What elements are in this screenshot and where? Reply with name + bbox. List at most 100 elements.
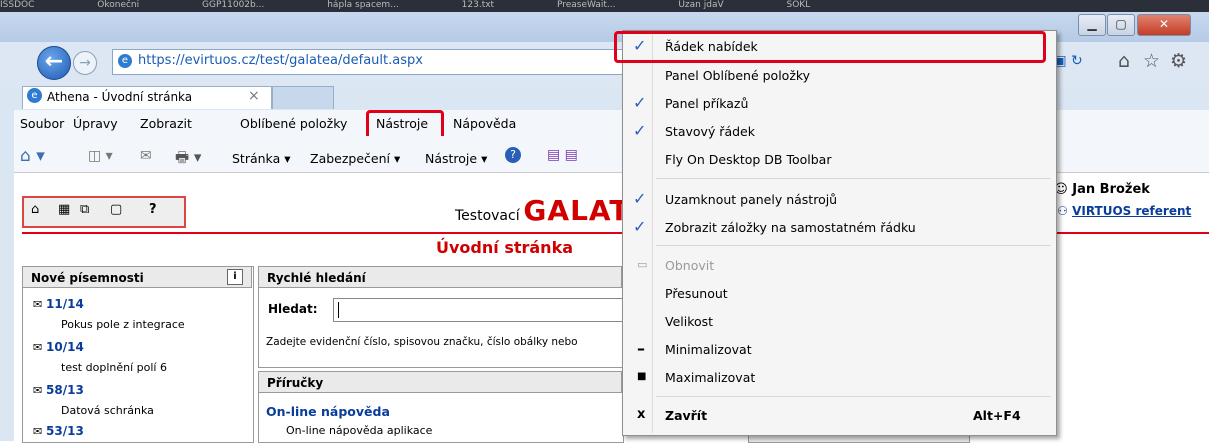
menu-item-velikost[interactable]: Velikost (623, 308, 1053, 335)
brand-name: GALAT (523, 194, 630, 227)
doc-link[interactable]: 10/14 (46, 340, 84, 354)
taskbar-item[interactable]: ISSDOC (0, 0, 34, 10)
menu-item-oblibene[interactable]: Panel Oblíbené položky (623, 62, 1053, 89)
doc-link[interactable]: 58/13 (46, 383, 84, 397)
role-info: e: ⚇ VIRTUOS referent (1040, 204, 1191, 218)
doc-item[interactable]: ✉ 11/14 (33, 297, 84, 311)
menu-item-minimalizovat[interactable]: – Minimalizovat (623, 336, 1053, 363)
menu-separator (656, 396, 1051, 397)
taskbar-item[interactable]: SOKL (787, 0, 811, 10)
page-title: Úvodní stránka (436, 238, 573, 257)
taskbar-item[interactable]: Uzan jdaV (678, 0, 723, 10)
menu-item-label: Stavový řádek (665, 124, 755, 139)
cmd-tools[interactable]: Nástroje ▾ (425, 151, 487, 166)
menu-item-label: Zobrazit záložky na samostatném řádku (665, 220, 916, 235)
check-icon: ✓ (633, 217, 647, 236)
menu-item-label: Fly On Desktop DB Toolbar (665, 152, 832, 167)
menu-separator (656, 178, 1051, 179)
app-logo: Testovací GALAT (455, 194, 630, 227)
menu-item-panel-prikazu[interactable]: ✓ Panel příkazů (623, 90, 1053, 117)
doc-link[interactable]: 53/13 (46, 424, 84, 438)
envelope-icon: ✉ (33, 384, 43, 397)
new-docs-title: Nové písemnosti (31, 271, 144, 285)
taskbar: ISSDOC Okonečni GGP11002b... hápla space… (0, 0, 1209, 12)
doc-item[interactable]: ✉ 58/13 (33, 383, 84, 397)
menu-item-maximalizovat[interactable]: ■ Maximalizovat (623, 364, 1053, 391)
manual-link[interactable]: On-line nápověda (266, 404, 390, 419)
ie-page-icon: e (118, 54, 132, 68)
menu-item-zalozky[interactable]: ✓ Zobrazit záložky na samostatném řádku (623, 214, 1053, 241)
menu-item-fly-on-desktop[interactable]: Fly On Desktop DB Toolbar (623, 146, 1053, 173)
back-button[interactable]: ← (37, 46, 71, 80)
tab-close-icon[interactable]: × (248, 88, 260, 104)
text-cursor (338, 302, 339, 318)
help-cmd-icon[interactable]: ? (505, 147, 521, 163)
menu-item-label: Obnovit (665, 258, 715, 273)
app-toolbar (22, 196, 186, 228)
manuals-header: Příručky (258, 371, 622, 393)
menu-item-shortcut: Alt+F4 (973, 408, 1021, 423)
taskbar-item[interactable]: PreaseWait... (557, 0, 616, 10)
doc-item[interactable]: ✉ 10/14 (33, 340, 84, 354)
role-icon: ⚇ (1057, 204, 1068, 218)
user-name: Jan Brožek (1072, 182, 1150, 197)
address-url[interactable]: https://evirtuos.cz/test/galatea/default… (138, 53, 423, 68)
menu-napoveda[interactable]: Nápověda (453, 116, 516, 131)
manuals-title: Příručky (267, 376, 324, 390)
menu-item-zavrit[interactable]: x Zavřít Alt+F4 (623, 402, 1053, 429)
search-input[interactable] (333, 298, 624, 322)
forward-button[interactable]: → (73, 51, 97, 75)
ie-tab-icon: e (27, 88, 42, 103)
taskbar-item[interactable]: 123.txt (462, 0, 494, 10)
menu-item-uzamknout[interactable]: ✓ Uzamknout panely nástrojů (623, 186, 1053, 213)
close-icon: x (637, 407, 646, 422)
check-icon: ✓ (633, 189, 647, 208)
quick-search-title: Rychlé hledání (267, 271, 366, 285)
doc-item[interactable]: ✉ 53/13 (33, 424, 84, 438)
taskbar-item[interactable]: hápla spacem... (327, 0, 399, 10)
cmd-security[interactable]: Zabezpečení ▾ (310, 151, 400, 166)
favorites-star-icon[interactable]: ☆ (1143, 50, 1160, 72)
maximize-window-button[interactable]: ▢ (1107, 14, 1135, 36)
menu-nastroje[interactable]: Nástroje (376, 116, 428, 131)
menu-item-stavovy-radek[interactable]: ✓ Stavový řádek (623, 118, 1053, 145)
menu-item-label: Maximalizovat (665, 370, 756, 385)
new-tab-button[interactable] (272, 86, 334, 109)
home-cmd-icon[interactable]: ⌂ ▾ (20, 146, 45, 166)
menu-item-label: Uzamknout panely nástrojů (665, 192, 838, 207)
doc-desc: test doplnění polí 6 (61, 361, 167, 374)
documents-icon[interactable]: ▦ (58, 202, 70, 217)
menu-item-label: Panel Oblíbené položky (665, 68, 811, 83)
minimize-window-button[interactable]: ▁ (1078, 14, 1106, 36)
menu-oblibene[interactable]: Oblíbené položky (240, 116, 347, 131)
menu-item-presunout[interactable]: Přesunout (623, 280, 1053, 307)
taskbar-item[interactable]: GGP11002b... (202, 0, 264, 10)
restore-icon: ▭ (637, 258, 648, 271)
search-label: Hledat: (268, 302, 318, 316)
menu-zobrazit[interactable]: Zobrazit (140, 116, 192, 131)
copy-icon[interactable]: ⧉ (80, 202, 89, 217)
search-hint: Zadejte evidenční číslo, spisovou značku… (266, 336, 578, 348)
menu-soubor[interactable]: Soubor (20, 116, 64, 131)
role-link[interactable]: VIRTUOS referent (1072, 204, 1191, 218)
print-icon[interactable]: 🖶 ▾ (175, 147, 201, 172)
quick-search-header: Rychlé hledání (258, 266, 622, 288)
close-window-button[interactable]: ✕ (1137, 14, 1191, 36)
menu-item-label: Zavřít (665, 408, 708, 423)
home-icon[interactable]: ⌂ (1118, 50, 1130, 72)
home-app-icon[interactable]: ⌂ (31, 202, 39, 217)
taskbar-item[interactable]: Okonečni (97, 0, 139, 10)
doc-link[interactable]: 11/14 (46, 297, 84, 311)
mail-icon[interactable]: ✉ (140, 148, 152, 164)
menu-upravy[interactable]: Úpravy (73, 116, 118, 131)
highlight-box-radek-nabidek (614, 31, 1046, 63)
feeds-icon[interactable]: ◫ ▾ (88, 148, 113, 164)
settings-gear-icon[interactable]: ⚙ (1170, 50, 1187, 72)
help-app-icon[interactable]: ? (149, 202, 157, 217)
onenote-icon[interactable]: ▤ ▤ (547, 147, 578, 163)
file-icon[interactable]: ▢ (110, 202, 122, 217)
info-button[interactable]: i (227, 269, 243, 285)
cmd-page[interactable]: Stránka ▾ (232, 151, 290, 166)
tab-title: Athena - Úvodní stránka (47, 90, 193, 104)
brand-prefix: Testovací (455, 208, 520, 224)
